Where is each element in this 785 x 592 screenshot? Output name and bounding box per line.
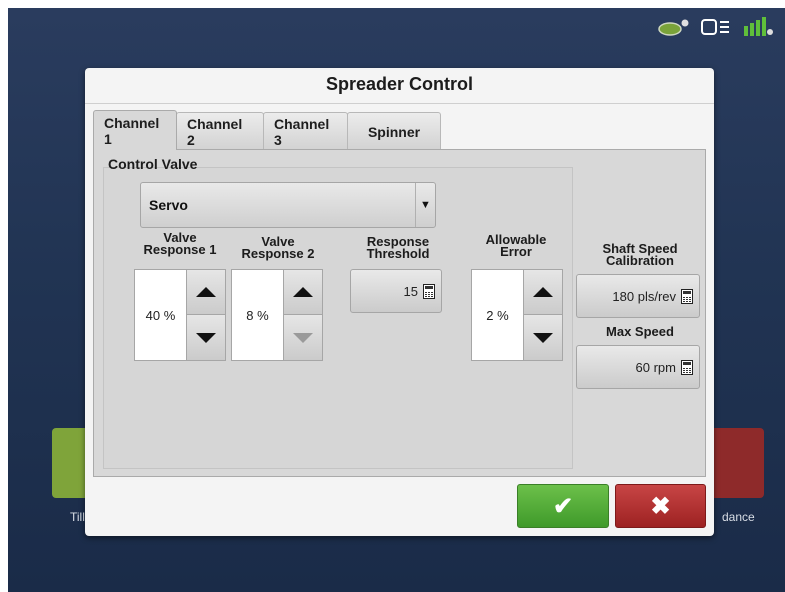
arrow-down-icon — [293, 332, 313, 343]
valve-response-1-label: Valve Response 1 — [143, 230, 217, 257]
status-bar — [657, 14, 775, 40]
allowable-error-increase-button[interactable] — [523, 270, 562, 315]
valve-response-2-decrease-button[interactable] — [283, 315, 322, 360]
allowable-error-label: Allowable Error — [485, 232, 547, 259]
channel-tabs: Channel 1 Channel 2 Channel 3 Spinner — [93, 110, 441, 150]
valve-response-1-decrease-button[interactable] — [186, 315, 225, 360]
valve-response-1-stepper: 40 % — [134, 269, 226, 361]
guidance-app-label: dance — [722, 510, 755, 524]
display-status-icon — [701, 19, 729, 35]
shaft-speed-calibration-label: Shaft Speed Calibration — [602, 241, 678, 268]
calculator-icon — [423, 283, 435, 299]
arrow-up-icon — [533, 287, 553, 297]
checkmark-icon: ✔ — [552, 492, 574, 520]
calculator-icon — [681, 288, 693, 304]
guidance-app-tile[interactable] — [708, 428, 764, 498]
response-threshold-label: Response Threshold — [366, 234, 430, 261]
allowable-error-stepper: 2 % — [471, 269, 563, 361]
channel-1-panel: Control Valve Servo ▼ Valve Response 1 4… — [93, 149, 706, 477]
title-divider — [85, 103, 714, 104]
shaft-speed-calibration-field[interactable]: 180 pls/rev — [576, 274, 700, 318]
arrow-up-icon — [196, 287, 216, 297]
arrow-up-icon — [293, 287, 313, 297]
control-valve-label: Control Valve — [108, 156, 198, 172]
arrow-down-icon — [196, 332, 216, 343]
tab-spinner[interactable]: Spinner — [347, 112, 441, 150]
control-valve-selected: Servo — [149, 197, 188, 213]
valve-response-2-stepper: 8 % — [231, 269, 323, 361]
max-speed-value: 60 rpm — [635, 359, 676, 375]
valve-response-2-value[interactable]: 8 % — [232, 270, 283, 360]
tab-channel-2[interactable]: Channel 2 — [176, 112, 264, 150]
tab-channel-1[interactable]: Channel 1 — [93, 110, 177, 150]
allowable-error-decrease-button[interactable] — [523, 315, 562, 360]
control-valve-dropdown[interactable]: Servo ▼ — [140, 182, 436, 228]
response-threshold-value: 15 — [403, 283, 418, 299]
valve-response-1-increase-button[interactable] — [186, 270, 225, 315]
shaft-speed-calibration-value: 180 pls/rev — [612, 288, 676, 304]
calculator-icon — [681, 359, 693, 375]
gps-satellite-icon — [744, 17, 773, 36]
close-icon: ✖ — [650, 492, 671, 520]
valve-response-2-increase-button[interactable] — [283, 270, 322, 315]
dialog-title: Spreader Control — [325, 74, 474, 94]
response-threshold-field[interactable]: 15 — [350, 269, 442, 313]
field-map-icon — [658, 19, 689, 36]
allowable-error-value[interactable]: 2 % — [472, 270, 523, 360]
valve-response-2-label: Valve Response 2 — [241, 234, 315, 261]
max-speed-field[interactable]: 60 rpm — [576, 345, 700, 389]
accept-button[interactable]: ✔ — [517, 484, 609, 528]
tab-channel-3[interactable]: Channel 3 — [263, 112, 348, 150]
cancel-button[interactable]: ✖ — [615, 484, 706, 528]
dropdown-arrow-icon: ▼ — [415, 183, 435, 227]
valve-response-1-value[interactable]: 40 % — [135, 270, 186, 360]
spreader-control-dialog: Spreader Control Channel 1 Channel 2 Cha… — [85, 68, 714, 536]
max-speed-label: Max Speed — [606, 324, 674, 339]
arrow-down-icon — [533, 332, 553, 343]
